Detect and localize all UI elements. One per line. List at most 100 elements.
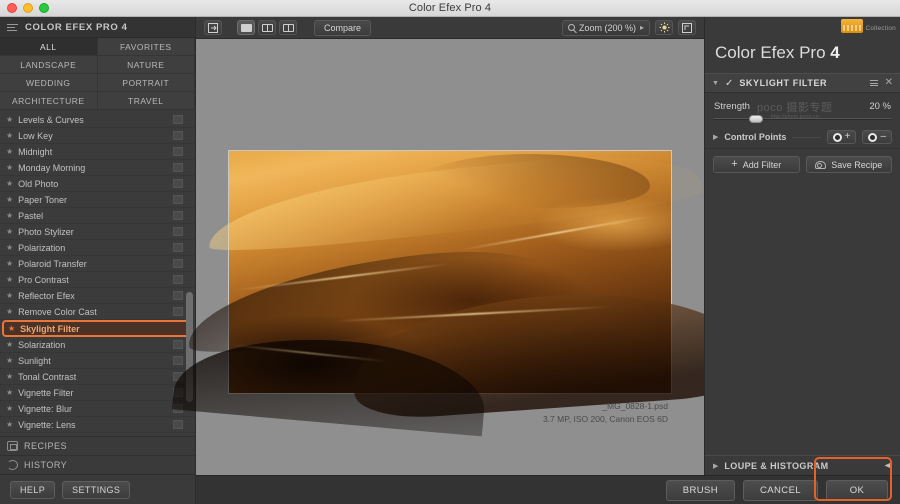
help-button[interactable]: HELP [10,480,56,499]
category-tab-all[interactable]: ALL [0,38,98,56]
filter-name-label: Pro Contrast [18,274,69,285]
favorite-star-icon[interactable]: ★ [6,147,13,156]
favorite-star-icon[interactable]: ★ [6,131,13,140]
favorite-star-icon[interactable]: ★ [6,179,13,188]
filter-list-item[interactable]: ★ Monday Morning [0,160,195,176]
favorite-star-icon[interactable]: ★ [6,227,13,236]
filter-list-item[interactable]: ★ Low Key [0,128,195,144]
active-filter-name: SKYLIGHT FILTER [739,78,828,88]
filter-list-item[interactable]: ★ Vignette: Blur [0,401,195,417]
zoom-control[interactable]: Zoom (200 %) ▸ [561,19,650,36]
category-tab-favorites[interactable]: FAVORITES [97,38,195,56]
category-tab-label: TRAVEL [128,95,164,106]
favorite-star-icon[interactable]: ★ [6,211,13,220]
filter-list-item[interactable]: ★ Old Photo [0,176,195,192]
filter-list-item[interactable]: ★ Midnight [0,144,195,160]
favorite-star-icon[interactable]: ★ [6,195,13,204]
compare-button[interactable]: Compare [314,19,372,36]
filter-list-item[interactable]: ★ Solarization [0,337,195,353]
brush-button[interactable]: BRUSH [665,479,736,501]
favorite-star-icon[interactable]: ★ [6,420,13,429]
filter-list-item[interactable]: ★ Pro Contrast [0,272,195,288]
export-icon[interactable] [204,20,222,35]
filter-list-item[interactable]: ★ Photo Stylizer [0,224,195,240]
preview-image[interactable] [171,143,756,437]
history-section[interactable]: HISTORY [0,455,195,474]
filter-list-item[interactable]: ★ Tonal Contrast [0,369,195,385]
fullscreen-icon[interactable] [678,20,696,35]
strength-row: Strength 20 % [714,101,891,112]
brightness-icon[interactable] [655,20,673,35]
ok-button[interactable]: OK [826,479,888,501]
favorite-star-icon[interactable]: ★ [6,243,13,252]
category-tab-wedding[interactable]: WEDDING [0,74,98,92]
filter-list-item[interactable]: ★ Sunlight [0,353,195,369]
favorite-star-icon[interactable]: ★ [6,388,13,397]
chevron-down-icon[interactable]: ▼ [712,80,719,87]
menu-icon[interactable] [7,23,18,31]
save-recipe-button[interactable]: Save Recipe [805,156,892,173]
favorite-star-icon[interactable]: ★ [6,291,13,300]
filter-list[interactable]: ★ Levels & Curves ★ Low Key ★ Midnight ★ Monday… [0,110,195,436]
category-tab-landscape[interactable]: LANDSCAPE [0,56,98,74]
strength-control: Strength 20 % poco 摄影专题 http://photo.poc… [705,93,900,126]
chevron-right-icon[interactable]: ▶ [713,462,718,470]
favorite-star-icon[interactable]: ★ [6,275,13,284]
active-filter-header[interactable]: ▼ ✓ SKYLIGHT FILTER ✕ [705,73,900,93]
filter-list-item[interactable]: ★ Vignette Filter [0,385,195,401]
favorite-star-icon[interactable]: ★ [6,115,13,124]
favorite-star-icon[interactable]: ★ [6,372,13,381]
chevron-right-icon[interactable]: ▸ [640,23,644,32]
recipes-section[interactable]: RECIPES [0,436,195,455]
filter-list-item[interactable]: ★ Reflector Efex [0,288,195,304]
remove-control-point-label: – [880,131,886,142]
cancel-button[interactable]: CANCEL [743,479,818,501]
history-label: HISTORY [24,460,68,470]
filter-list-item[interactable]: ★ Polaroid Transfer [0,256,195,272]
filter-thumbnail [173,291,183,300]
loupe-histogram-section[interactable]: ▶ LOUPE & HISTOGRAM ➤ [705,455,900,475]
category-tab-nature[interactable]: NATURE [97,56,195,74]
filter-thumbnail [173,195,183,204]
recipe-icon [815,160,827,169]
filter-options-icon[interactable] [869,80,878,86]
favorite-star-icon[interactable]: ★ [6,163,13,172]
view-sidebyside-icon[interactable] [279,20,297,35]
right-panel: Collection Color Efex Pro 4 ▼ ✓ SKYLIGHT… [704,17,900,504]
chevron-right-icon[interactable]: ▶ [713,133,718,141]
strength-slider[interactable] [714,115,891,123]
favorite-star-icon[interactable]: ★ [6,307,13,316]
settings-button[interactable]: SETTINGS [62,480,131,499]
strength-value: 20 % [869,101,891,112]
favorite-star-icon[interactable]: ★ [6,340,13,349]
filter-list-item[interactable]: ★ Remove Color Cast [0,304,195,320]
favorite-star-icon[interactable]: ★ [6,259,13,268]
remove-control-point-button[interactable]: – [862,130,892,144]
filter-list-item[interactable]: ★ Skylight Filter [2,320,191,337]
category-tab-portrait[interactable]: PORTRAIT [97,74,195,92]
filter-list-item[interactable]: ★ Paper Toner [0,192,195,208]
category-tab-travel[interactable]: TRAVEL [97,92,195,110]
add-control-point-button[interactable]: + [826,130,857,144]
strength-slider-handle[interactable] [749,115,764,123]
filter-list-item[interactable]: ★ Levels & Curves [0,112,195,128]
category-tab-architecture[interactable]: ARCHITECTURE [0,92,98,110]
add-filter-button[interactable]: + Add Filter [713,156,800,173]
filter-list-item[interactable]: ★ Pastel [0,208,195,224]
close-icon[interactable]: ✕ [885,78,893,88]
filter-enabled-checkbox[interactable]: ✓ [725,78,733,89]
filter-list-item[interactable]: ★ Vignette: Lens [0,417,195,433]
favorite-star-icon[interactable]: ★ [6,404,13,413]
filter-list-item[interactable]: ★White Neutralizer [0,433,195,437]
strength-label: Strength [714,101,750,112]
image-canvas[interactable]: _MG_0828-1.psd 3.7 MP, ISO 200, Canon EO… [171,39,756,504]
view-split-icon[interactable] [258,20,276,35]
filter-list-item[interactable]: ★ Polarization [0,240,195,256]
favorite-star-icon[interactable]: ★ [8,324,15,333]
filter-thumbnail [173,179,183,188]
left-panel-header: COLOR EFEX PRO 4 [0,17,195,38]
view-single-icon[interactable] [237,20,255,35]
category-tabs: ALL FAVORITES LANDSCAPE NATURE WEDDING PORTRA… [0,38,195,110]
favorite-star-icon[interactable]: ★ [6,356,13,365]
filter-thumbnail [173,163,183,172]
